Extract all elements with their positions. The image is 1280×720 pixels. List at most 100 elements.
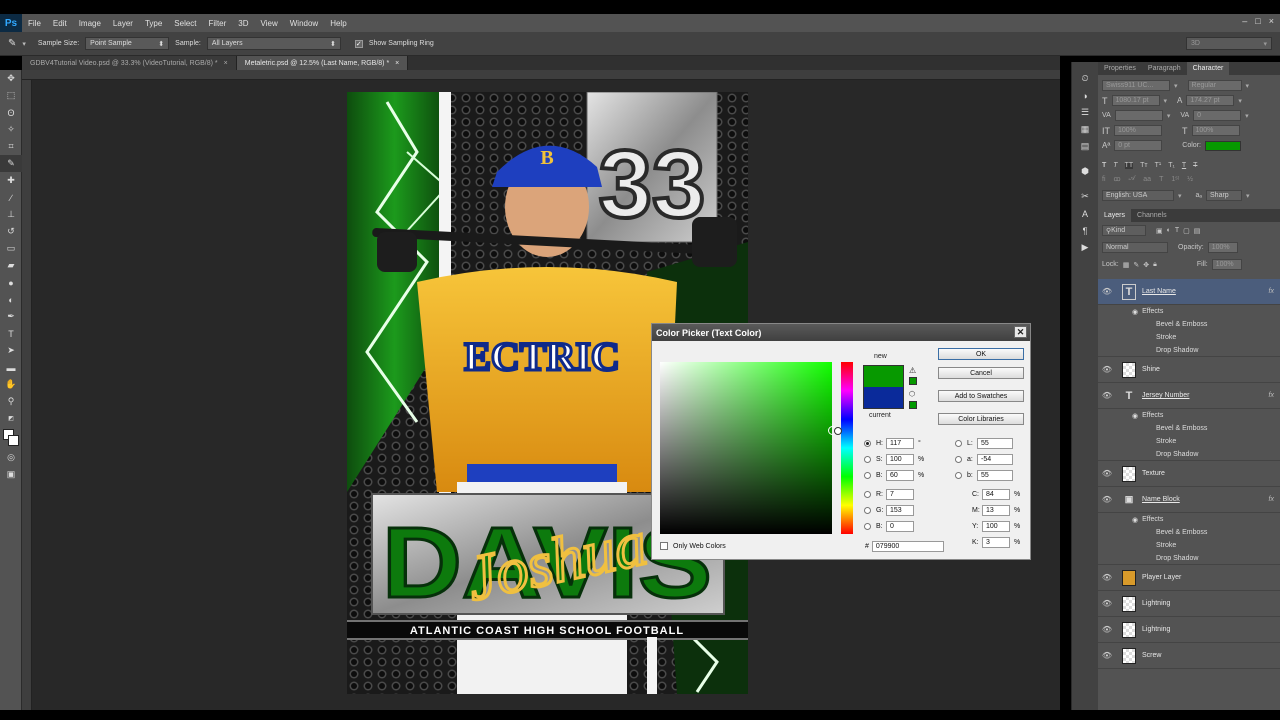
visibility-eye-icon[interactable]: 👁︎ [1098, 625, 1116, 634]
lock-transparency-icon[interactable]: ▦ [1123, 261, 1130, 269]
hue-slider-handle[interactable] [834, 427, 842, 435]
color-panel-icon[interactable]: ◑ [1072, 87, 1098, 104]
tracking-field[interactable]: 0 [1193, 110, 1242, 121]
crop-tool-icon[interactable]: ⌗ [0, 138, 22, 155]
magic-wand-tool-icon[interactable]: ✧ [0, 121, 22, 138]
saturation-input[interactable]: 100 [886, 453, 914, 465]
fill-field[interactable]: 100% [1211, 259, 1242, 270]
hand-tool-icon[interactable]: ✋ [0, 376, 22, 393]
menu-edit[interactable]: Edit [47, 19, 73, 28]
effect-item[interactable]: Drop Shadow [1098, 344, 1280, 357]
ok-button[interactable]: OK [938, 348, 1024, 360]
blue-input[interactable]: 0 [886, 520, 914, 532]
effect-item[interactable]: Stroke [1098, 539, 1280, 552]
menu-type[interactable]: Type [139, 19, 168, 28]
fractions-icon[interactable]: ½ [1187, 176, 1193, 183]
hue-input[interactable]: 117 [886, 437, 914, 449]
cancel-button[interactable]: Cancel [938, 367, 1024, 379]
menu-help[interactable]: Help [324, 19, 352, 28]
menu-select[interactable]: Select [168, 19, 202, 28]
blue-radio[interactable] [864, 522, 871, 530]
eyedropper-tool-icon[interactable]: ✎ [8, 38, 16, 49]
swatches-panel-icon[interactable]: ▤ [1072, 138, 1098, 155]
tab-properties[interactable]: Properties [1098, 62, 1142, 75]
sample-select[interactable]: All Layers ⬍ [206, 37, 341, 50]
maximize-icon[interactable]: □ [1255, 16, 1260, 26]
font-family-select[interactable]: Swiss911 UC... [1102, 80, 1170, 91]
lab-b-radio[interactable] [955, 471, 962, 479]
lab-b-input[interactable]: 55 [977, 469, 1013, 481]
visibility-eye-icon[interactable]: 👁︎ [1098, 365, 1116, 374]
blend-mode-select[interactable]: Normal [1102, 242, 1168, 253]
magenta-input[interactable]: 13 [982, 504, 1010, 516]
layer-row[interactable]: 👁︎ T Jersey Number fx [1098, 383, 1280, 409]
chevron-down-icon[interactable]: ▾ [1178, 192, 1182, 200]
tab-metaletric[interactable]: Metaletric.psd @ 12.5% (Last Name, RGB/8… [236, 56, 409, 70]
underline-button[interactable]: T [1182, 162, 1186, 169]
yellow-input[interactable]: 100 [982, 520, 1010, 532]
fx-icon[interactable]: fx [1269, 288, 1274, 295]
blur-tool-icon[interactable]: ● [0, 274, 22, 291]
lab-a-input[interactable]: -54 [977, 453, 1013, 465]
cyan-input[interactable]: 84 [982, 488, 1010, 500]
background-color-swatch[interactable] [8, 435, 19, 446]
eraser-tool-icon[interactable]: ▭ [0, 240, 22, 257]
path-selection-tool-icon[interactable]: ➤ [0, 342, 22, 359]
antialias-select[interactable]: Sharp [1206, 190, 1243, 201]
screen-mode-icon[interactable]: ▣ [0, 466, 22, 483]
sample-size-select[interactable]: Point Sample ⬍ [85, 37, 170, 50]
alternates-icon[interactable]: aa [1143, 176, 1151, 183]
effect-item[interactable]: Bevel & Emboss [1098, 526, 1280, 539]
type-tool-icon[interactable]: T [0, 325, 22, 342]
gradient-tool-icon[interactable]: ▰ [0, 257, 22, 274]
strikethrough-button[interactable]: T [1193, 162, 1197, 169]
add-to-swatches-button[interactable]: Add to Swatches [938, 390, 1024, 402]
effect-item[interactable]: Bevel & Emboss [1098, 318, 1280, 331]
lock-all-icon[interactable]: 🔒︎ [1153, 261, 1157, 269]
visibility-eye-icon[interactable]: 👁︎ [1098, 287, 1116, 296]
saturation-radio[interactable] [864, 455, 871, 463]
kerning-field[interactable] [1114, 110, 1163, 121]
brightness-input[interactable]: 60 [886, 469, 914, 481]
text-color-swatch[interactable] [1204, 140, 1241, 151]
chevron-down-icon[interactable]: ▾ [1167, 112, 1171, 120]
3d-panel-icon[interactable]: ⬢ [1072, 163, 1098, 180]
adjustment-filter-icon[interactable]: ◐ [1167, 227, 1171, 234]
effects-eye-icon[interactable]: ◉ [1132, 516, 1138, 524]
chevron-down-icon[interactable]: ▾ [1246, 192, 1250, 200]
ordinals-icon[interactable]: 1ˢᵗ [1171, 176, 1179, 183]
superscript-button[interactable]: T¹ [1155, 162, 1162, 169]
current-color-swatch[interactable] [863, 387, 904, 409]
layer-row[interactable]: 👁︎ T Last Name fx [1098, 279, 1280, 305]
menu-view[interactable]: View [255, 19, 284, 28]
web-safe-color-swatch[interactable] [909, 401, 917, 409]
tab-layers[interactable]: Layers [1098, 209, 1132, 222]
tab-gdbv4[interactable]: GDBV4Tutorial Video.psd @ 33.3% (VideoTu… [22, 56, 237, 70]
chevron-down-icon[interactable]: ▾ [1238, 97, 1242, 105]
close-icon[interactable]: × [224, 60, 228, 67]
hue-radio[interactable] [864, 439, 871, 447]
hex-input[interactable]: 079900 [871, 540, 944, 552]
ligature-icon[interactable]: fi [1102, 176, 1106, 183]
chevron-down-icon[interactable]: ▾ [1246, 82, 1250, 90]
layer-row[interactable]: 👁︎ ▣ Name Block fx [1098, 487, 1280, 513]
fx-icon[interactable]: fx [1269, 392, 1274, 399]
visibility-eye-icon[interactable]: 👁︎ [1098, 573, 1116, 582]
brush-tool-icon[interactable]: ∕ [0, 189, 22, 206]
visibility-eye-icon[interactable]: 👁︎ [1098, 651, 1116, 660]
effects-group[interactable]: ◉ Effects [1098, 409, 1280, 422]
shape-filter-icon[interactable]: ▢ [1183, 227, 1190, 235]
tab-character[interactable]: Character [1186, 62, 1230, 75]
menu-3d[interactable]: 3D [232, 19, 254, 28]
only-web-colors-checkbox[interactable] [660, 542, 668, 550]
lab-l-radio[interactable] [955, 439, 962, 447]
default-colors-icon[interactable]: ◩ [0, 410, 22, 427]
menu-filter[interactable]: Filter [203, 19, 233, 28]
tab-channels[interactable]: Channels [1131, 209, 1173, 222]
effects-group[interactable]: ◉ Effects [1098, 305, 1280, 318]
titling-icon[interactable]: T [1159, 176, 1163, 183]
paragraph-panel-icon[interactable]: ¶ [1072, 222, 1098, 239]
pen-tool-icon[interactable]: ✒ [0, 308, 22, 325]
black-input[interactable]: 3 [982, 536, 1010, 548]
swash-icon[interactable]: 𝒜 [1129, 175, 1136, 183]
